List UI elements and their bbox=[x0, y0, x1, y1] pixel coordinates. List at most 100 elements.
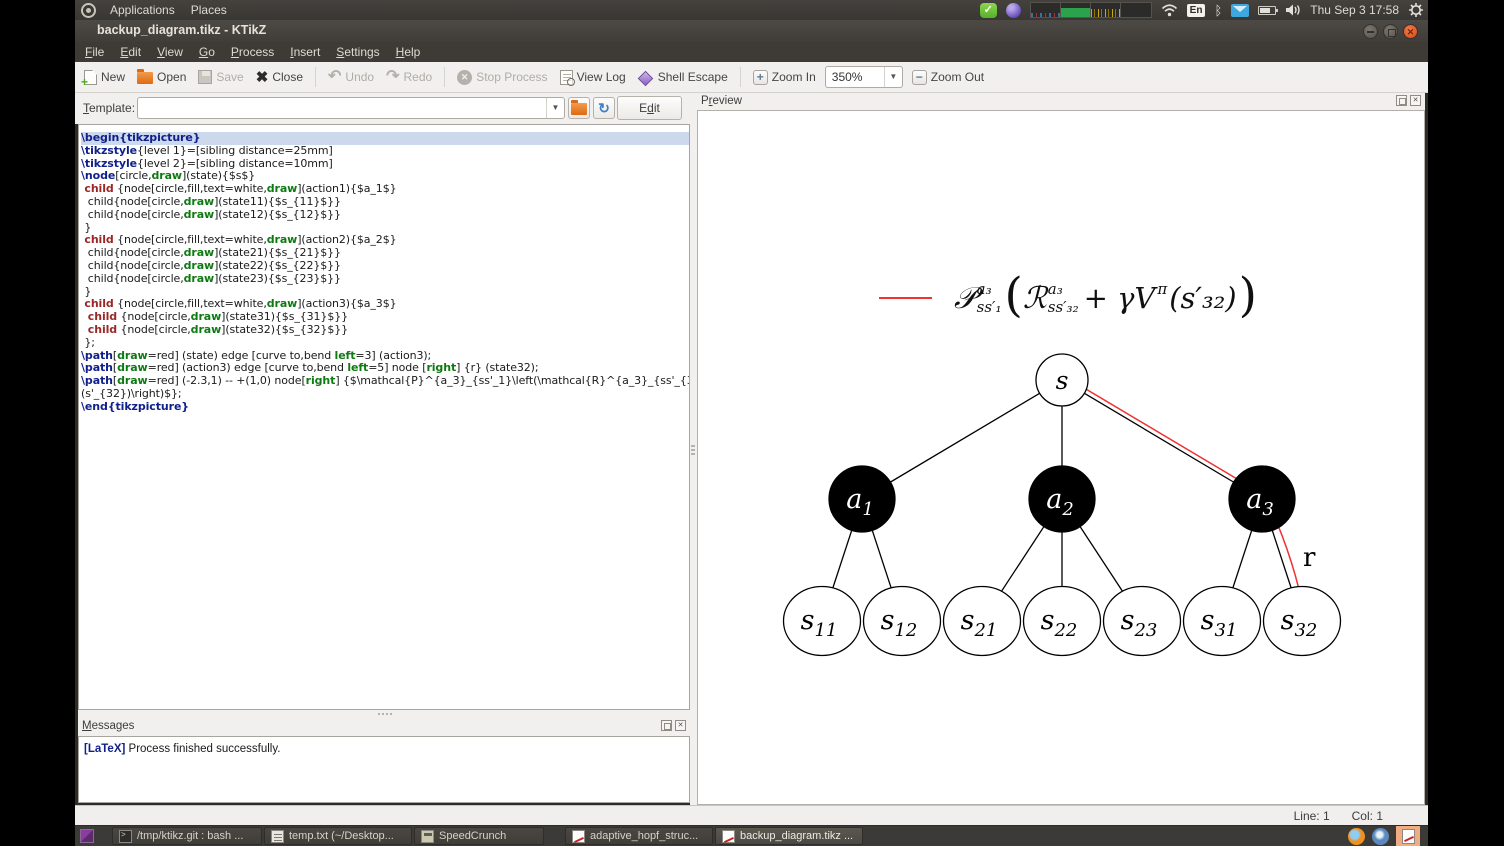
desktop: Applications Places ✓ En ᛒ Thu Sep 3 17:… bbox=[75, 0, 1428, 846]
disk-graph bbox=[1120, 3, 1151, 17]
message-text: Process finished successfully. bbox=[125, 743, 281, 755]
zoom-out-icon: − bbox=[911, 69, 927, 85]
menu-go[interactable]: Go bbox=[199, 43, 215, 61]
load-graph bbox=[1090, 3, 1121, 17]
task-backup-diagram[interactable]: backup_diagram.tikz ... bbox=[715, 827, 863, 845]
messages-log[interactable]: [LaTeX] Process finished successfully. bbox=[78, 736, 690, 803]
stop-process-button[interactable]: ✕ Stop Process bbox=[454, 68, 550, 87]
task-text-editor[interactable]: temp.txt (~/Desktop... bbox=[264, 827, 412, 845]
calculator-icon bbox=[421, 829, 434, 843]
minimize-button[interactable] bbox=[1363, 24, 1378, 39]
template-reload-button[interactable]: ↻ bbox=[593, 97, 615, 119]
menu-process[interactable]: Process bbox=[231, 43, 274, 61]
shell-escape-icon bbox=[637, 70, 653, 86]
open-button[interactable]: Open bbox=[134, 68, 189, 86]
volume-icon[interactable] bbox=[1285, 3, 1301, 17]
undo-icon: ↶ bbox=[328, 68, 342, 85]
workspace-switcher-icon[interactable] bbox=[80, 829, 94, 843]
ktikz-active-icon[interactable] bbox=[1396, 826, 1420, 846]
view-log-button[interactable]: View Log bbox=[557, 68, 629, 87]
close-file-button[interactable]: ✖ Close bbox=[253, 68, 306, 87]
zoom-level-combobox[interactable]: 350% ▼ bbox=[824, 66, 903, 88]
vertical-splitter[interactable] bbox=[690, 93, 697, 805]
task-adaptive-hopf[interactable]: adaptive_hopf_struc... bbox=[565, 827, 713, 845]
save-icon bbox=[198, 70, 213, 84]
float-panel-icon[interactable] bbox=[661, 720, 672, 731]
task-terminal[interactable]: /tmp/ktikz.git : bash ... bbox=[112, 827, 262, 845]
stop-process-icon: ✕ bbox=[457, 69, 473, 85]
save-button[interactable]: Save bbox=[195, 68, 246, 86]
template-label: Template: bbox=[83, 101, 136, 115]
template-combobox[interactable]: ▼ bbox=[137, 97, 565, 119]
zoom-level-value: 350% bbox=[831, 70, 863, 84]
timer-tray-icon[interactable] bbox=[1005, 2, 1021, 18]
menubar: File Edit View Go Process Insert Setting… bbox=[75, 42, 1428, 62]
battery-icon[interactable] bbox=[1258, 5, 1279, 15]
template-open-button[interactable] bbox=[568, 97, 590, 119]
code-line: \end{tikzpicture} bbox=[81, 399, 190, 413]
close-icon: ✖ bbox=[255, 68, 269, 86]
folder-icon bbox=[571, 100, 587, 115]
taskbar: /tmp/ktikz.git : bash ... temp.txt (~/De… bbox=[75, 826, 1428, 846]
places-menu[interactable]: Places bbox=[189, 0, 229, 20]
open-folder-icon bbox=[137, 69, 154, 84]
window-titlebar[interactable]: backup_diagram.tikz - KTikZ bbox=[75, 20, 1428, 42]
shell-escape-button[interactable]: Shell Escape bbox=[635, 68, 731, 86]
preview-canvas: 𝒫 a₃ ss′₁ ( ℛ a₃ ss′₃₂ + γV π (s′₃₂) ) s… bbox=[697, 110, 1425, 805]
template-edit-button[interactable]: Edit bbox=[617, 96, 682, 120]
new-button[interactable]: + New bbox=[81, 68, 128, 89]
redo-button[interactable]: ↷ Redo bbox=[383, 68, 435, 86]
message-prefix: [LaTeX] bbox=[84, 743, 126, 755]
menu-view[interactable]: View bbox=[157, 43, 183, 61]
chevron-down-icon[interactable]: ▼ bbox=[546, 98, 564, 118]
applications-menu[interactable]: Applications bbox=[108, 0, 177, 20]
close-button[interactable] bbox=[1403, 24, 1418, 39]
new-document-icon: + bbox=[81, 69, 97, 89]
menu-help[interactable]: Help bbox=[396, 43, 421, 61]
code-line: child {node[circle,draw](state32){$s_{32… bbox=[87, 322, 349, 336]
menu-edit[interactable]: Edit bbox=[120, 43, 141, 61]
preview-panel-header: Preview bbox=[697, 93, 1425, 110]
browser-icon[interactable] bbox=[1372, 827, 1389, 845]
task-speedcrunch[interactable]: SpeedCrunch bbox=[414, 827, 544, 845]
zoom-out-button[interactable]: − Zoom Out bbox=[909, 68, 987, 87]
menu-insert[interactable]: Insert bbox=[290, 43, 320, 61]
statusbar: Line: 1 Col: 1 bbox=[75, 805, 1428, 825]
menu-file[interactable]: File bbox=[85, 43, 104, 61]
zoom-in-button[interactable]: + Zoom In bbox=[750, 68, 819, 87]
label-s: s bbox=[1056, 366, 1069, 395]
text-editor-icon bbox=[271, 829, 284, 843]
bluetooth-icon[interactable]: ᛒ bbox=[1214, 3, 1222, 18]
float-panel-icon[interactable] bbox=[1396, 95, 1407, 106]
maximize-button[interactable] bbox=[1383, 24, 1398, 39]
clock[interactable]: Thu Sep 3 17:58 bbox=[1310, 3, 1399, 17]
refresh-icon: ↻ bbox=[598, 100, 610, 116]
undo-button[interactable]: ↶ Undo bbox=[325, 68, 377, 86]
updates-ok-tray-icon[interactable]: ✓ bbox=[979, 2, 997, 18]
zoom-in-icon: + bbox=[752, 69, 768, 85]
session-gear-icon[interactable] bbox=[1408, 2, 1424, 18]
template-row: Template: ▼ ↻ Edit bbox=[75, 93, 690, 124]
chevron-down-icon[interactable]: ▼ bbox=[883, 67, 902, 87]
menu-settings[interactable]: Settings bbox=[336, 43, 379, 61]
system-monitor-applet[interactable] bbox=[1029, 2, 1152, 18]
status-col: Col: 1 bbox=[1351, 808, 1383, 823]
preview-title: Preview bbox=[701, 95, 742, 107]
window-title: backup_diagram.tikz - KTikZ bbox=[97, 23, 267, 37]
code-editor[interactable]: \begin{tikzpicture} \tikzstyle{level 1}=[… bbox=[78, 124, 690, 710]
terminal-icon bbox=[119, 829, 132, 843]
ktikz-document-icon bbox=[1401, 828, 1415, 844]
view-log-icon bbox=[559, 69, 575, 86]
close-panel-icon[interactable] bbox=[1410, 95, 1421, 106]
wifi-icon[interactable] bbox=[1161, 3, 1178, 17]
reward-label: r bbox=[1303, 543, 1316, 573]
ktikz-document-icon bbox=[572, 829, 585, 843]
ktikz-document-icon bbox=[722, 829, 735, 843]
firefox-icon[interactable] bbox=[1348, 827, 1365, 845]
horizontal-splitter[interactable] bbox=[78, 710, 690, 718]
distributor-logo-icon[interactable] bbox=[81, 2, 96, 18]
messages-title: Messages bbox=[82, 720, 135, 732]
mail-tray-icon[interactable] bbox=[1231, 3, 1250, 17]
close-panel-icon[interactable] bbox=[675, 720, 686, 731]
keyboard-layout-indicator[interactable]: En bbox=[1186, 3, 1206, 17]
